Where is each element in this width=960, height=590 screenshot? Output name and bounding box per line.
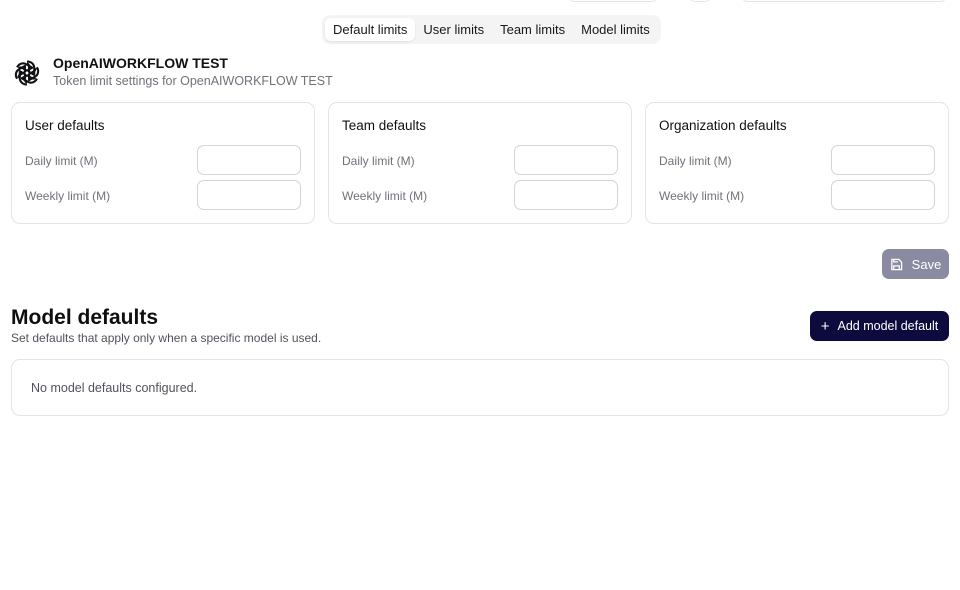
org-header: OpenAIWORKFLOW TEST Token limit settings…: [11, 55, 333, 90]
card-title: Team defaults: [342, 118, 427, 133]
user-defaults-card: User defaults Daily limit (M) Weekly lim…: [11, 102, 315, 224]
model-defaults-title: Model defaults: [11, 306, 159, 329]
org-name: OpenAIWORKFLOW TEST: [53, 55, 228, 71]
organization-daily-limit-input[interactable]: [831, 145, 935, 175]
weekly-limit-label: Weekly limit (M): [659, 189, 745, 203]
card-title: Organization defaults: [659, 118, 787, 133]
daily-limit-label: Daily limit (M): [25, 154, 98, 168]
top-search-partial[interactable]: [742, 0, 946, 2]
card-title: User defaults: [25, 118, 105, 133]
top-control-partial[interactable]: [690, 0, 710, 2]
add-model-default-label: Add model default: [837, 319, 939, 333]
limits-tabs: Default limits User limits Team limits M…: [322, 15, 661, 44]
tab-default-limits[interactable]: Default limits: [325, 18, 416, 41]
org-subtitle: Token limit settings for OpenAIWORKFLOW …: [53, 74, 333, 88]
daily-limit-label: Daily limit (M): [659, 154, 732, 168]
tab-user-limits[interactable]: User limits: [415, 18, 492, 41]
tab-model-limits[interactable]: Model limits: [573, 18, 658, 41]
team-weekly-limit-input[interactable]: [514, 180, 618, 210]
tab-team-limits[interactable]: Team limits: [492, 18, 573, 41]
user-weekly-limit-input[interactable]: [197, 180, 301, 210]
weekly-limit-label: Weekly limit (M): [25, 189, 111, 203]
top-bar-partial: [0, 0, 960, 4]
openai-logo-icon: [11, 56, 43, 90]
add-model-default-button[interactable]: + Add model default: [810, 311, 949, 341]
team-defaults-card: Team defaults Daily limit (M) Weekly lim…: [328, 102, 632, 224]
save-button[interactable]: Save: [882, 249, 949, 279]
weekly-limit-label: Weekly limit (M): [342, 189, 428, 203]
daily-limit-label: Daily limit (M): [342, 154, 415, 168]
model-defaults-list: No model defaults configured.: [11, 359, 949, 416]
empty-state-text: No model defaults configured.: [31, 381, 198, 395]
organization-defaults-card: Organization defaults Daily limit (M) We…: [645, 102, 949, 224]
model-defaults-subtitle: Set defaults that apply only when a spec…: [11, 331, 322, 345]
save-icon: [890, 258, 902, 270]
plus-icon: +: [820, 317, 830, 335]
user-daily-limit-input[interactable]: [197, 145, 301, 175]
save-button-label: Save: [911, 256, 942, 272]
organization-weekly-limit-input[interactable]: [831, 180, 935, 210]
top-control-partial[interactable]: [569, 0, 657, 2]
team-daily-limit-input[interactable]: [514, 145, 618, 175]
